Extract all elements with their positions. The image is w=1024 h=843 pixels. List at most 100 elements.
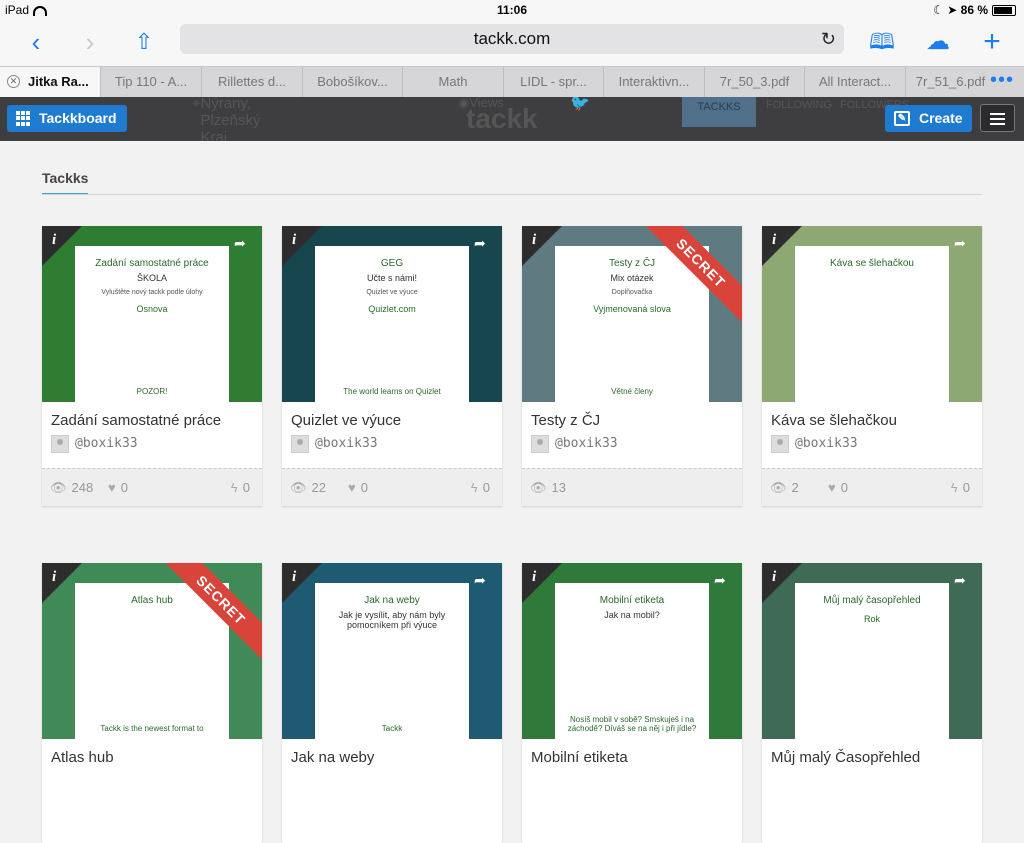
tackkboard-button[interactable]: Tackkboard	[7, 105, 127, 132]
tackk-card[interactable]: Mobilní etiketa Jak na mobil? Nosíš mobil …	[522, 563, 742, 843]
tackk-card[interactable]: GEG Učte s námi! Quizlet ve výuce Quizlet.c…	[282, 226, 502, 506]
card-author[interactable]: @boxik33	[531, 434, 618, 454]
close-tab-icon[interactable]: ✕	[7, 75, 20, 88]
share-icon[interactable]: ➦	[474, 236, 492, 251]
card-author[interactable]: @boxik33	[771, 434, 858, 454]
bookmarks-icon[interactable]: 🕮	[866, 26, 898, 58]
new-tab-icon[interactable]: +	[976, 26, 1008, 58]
card-thumbnail[interactable]: GEG Učte s námi! Quizlet ve výuce Quizlet.c…	[282, 226, 502, 402]
likes-stat[interactable]: ♥ 0	[828, 480, 848, 495]
tackk-card[interactable]: Můj malý časopřehled Rok i ➦ Můj malý Časopř…	[762, 563, 982, 843]
tab[interactable]: LIDL - spr...	[503, 67, 603, 97]
info-icon[interactable]: i	[52, 569, 56, 586]
share-icon[interactable]: ➦	[954, 236, 972, 251]
card-title[interactable]: Atlas hub	[51, 749, 114, 766]
twitter-icon: 🐦	[570, 97, 590, 112]
info-corner[interactable]	[522, 563, 562, 603]
thumb-title: Káva se šlehačkou	[830, 258, 914, 269]
likes-stat[interactable]: ♥ 0	[348, 480, 368, 495]
card-title[interactable]: Testy z ČJ	[531, 412, 600, 429]
retackk-stat[interactable]: ϟ0	[471, 480, 490, 495]
info-icon[interactable]: i	[532, 569, 536, 586]
card-author[interactable]: @boxik33	[51, 434, 138, 454]
tackk-card[interactable]: Káva se šlehačkou i ➦ Káva se šlehačkou @box…	[762, 226, 982, 506]
info-icon[interactable]: i	[772, 569, 776, 586]
info-icon[interactable]: i	[772, 232, 776, 249]
info-corner[interactable]	[42, 226, 82, 266]
card-author[interactable]: @boxik33	[291, 434, 378, 454]
views-stat: 👁 22	[290, 480, 326, 496]
info-icon[interactable]: i	[292, 569, 296, 586]
thumb-text: Quizlet ve výuce	[366, 289, 418, 296]
thumbnail-page: Mobilní etiketa Jak na mobil? Nosíš mobil …	[555, 583, 709, 739]
more-tabs-icon[interactable]: •••	[990, 67, 1014, 93]
retackk-stat[interactable]: ϟ0	[231, 480, 250, 495]
share-icon[interactable]: ➦	[954, 573, 972, 588]
info-corner[interactable]	[522, 226, 562, 266]
info-icon[interactable]: i	[52, 232, 56, 249]
tackk-card[interactable]: Jak na weby Jak je vysílit, aby nám byly …	[282, 563, 502, 843]
cloud-tabs-icon[interactable]: ☁	[922, 26, 954, 58]
info-icon[interactable]: i	[532, 232, 536, 249]
clock: 11:06	[496, 3, 528, 17]
card-thumbnail[interactable]: Jak na weby Jak je vysílit, aby nám byly …	[282, 563, 502, 739]
eye-icon: 👁	[290, 480, 307, 495]
retackk-stat[interactable]: ϟ0	[951, 480, 970, 495]
bolt-icon: ϟ	[230, 480, 238, 495]
tab-active[interactable]: ✕ Jitka Ra...	[0, 67, 100, 97]
thumb-footer: The world learns on Quizlet	[343, 387, 441, 396]
card-thumbnail[interactable]: Testy z ČJ Mix otázek Doplňovačka Vyjmenova…	[522, 226, 742, 402]
likes-stat[interactable]: ♥ 0	[108, 480, 128, 495]
card-title[interactable]: Jak na weby	[291, 749, 374, 766]
thumb-title: Jak na weby	[364, 595, 420, 606]
info-corner[interactable]	[282, 563, 322, 603]
reload-icon[interactable]: ↻	[821, 24, 836, 54]
info-corner[interactable]	[762, 226, 802, 266]
tackk-card[interactable]: Zadání samostatné práce ŠKOLA Vyluštěte no…	[42, 226, 262, 506]
eye-icon: 👁	[530, 480, 547, 495]
card-title[interactable]: Mobilní etiketa	[531, 749, 628, 766]
info-corner[interactable]	[282, 226, 322, 266]
thumb-footer: POZOR!	[136, 387, 168, 396]
tab[interactable]: 7r_51_6.pdf	[905, 67, 995, 97]
views-stat: 👁 248	[50, 480, 93, 496]
info-corner[interactable]	[762, 563, 802, 603]
hamburger-menu-button[interactable]	[980, 104, 1015, 132]
author-name: @boxik33	[75, 436, 138, 451]
card-thumbnail[interactable]: Káva se šlehačkou i ➦	[762, 226, 982, 402]
create-button[interactable]: ✎ Create	[885, 105, 972, 132]
share-icon[interactable]: ➦	[234, 236, 252, 251]
shares-count: 0	[962, 480, 970, 495]
card-title[interactable]: Zadání samostatné práce	[51, 412, 221, 429]
tab[interactable]: Interaktivn...	[603, 67, 704, 97]
address-bar[interactable]: tackk.com ↻	[180, 24, 844, 54]
card-title[interactable]: Můj malý Časopřehled	[771, 749, 920, 766]
card-title[interactable]: Káva se šlehačkou	[771, 412, 897, 429]
thumb-subtitle: ŠKOLA	[136, 273, 167, 283]
tackk-card[interactable]: Testy z ČJ Mix otázek Doplňovačka Vyjmenova…	[522, 226, 742, 506]
share-icon[interactable]: ⇧	[128, 26, 160, 58]
tab[interactable]: 7r_50_3.pdf	[704, 67, 804, 97]
info-icon[interactable]: i	[292, 232, 296, 249]
views-stat: 👁 13	[530, 480, 566, 496]
card-thumbnail[interactable]: Můj malý časopřehled Rok i ➦	[762, 563, 982, 739]
thumb-footer: Větné členy	[611, 387, 653, 396]
share-icon[interactable]: ➦	[714, 573, 732, 588]
info-corner[interactable]	[42, 563, 82, 603]
section-title[interactable]: Tackks	[42, 170, 89, 195]
card-thumbnail[interactable]: Mobilní etiketa Jak na mobil? Nosíš mobil …	[522, 563, 742, 739]
tab[interactable]: All Interact...	[804, 67, 905, 97]
tab[interactable]: Math	[402, 67, 503, 97]
shares-count: 0	[242, 480, 250, 495]
tab[interactable]: Bobošíkov...	[302, 67, 402, 97]
forward-icon[interactable]: ›	[74, 26, 106, 58]
card-title[interactable]: Quizlet ve výuce	[291, 412, 401, 429]
tab[interactable]: Tip 110 - A...	[100, 67, 201, 97]
thumb-subtitle: Jak je vysílit, aby nám byly pomocníkem …	[338, 610, 446, 630]
share-icon[interactable]: ➦	[474, 573, 492, 588]
card-thumbnail[interactable]: Atlas hub Tackk is the newest format to i S…	[42, 563, 262, 739]
tab[interactable]: Rillettes d...	[201, 67, 302, 97]
card-thumbnail[interactable]: Zadání samostatné práce ŠKOLA Vyluštěte no…	[42, 226, 262, 402]
tackk-card[interactable]: Atlas hub Tackk is the newest format to i S…	[42, 563, 262, 843]
back-icon[interactable]: ‹	[20, 26, 52, 58]
